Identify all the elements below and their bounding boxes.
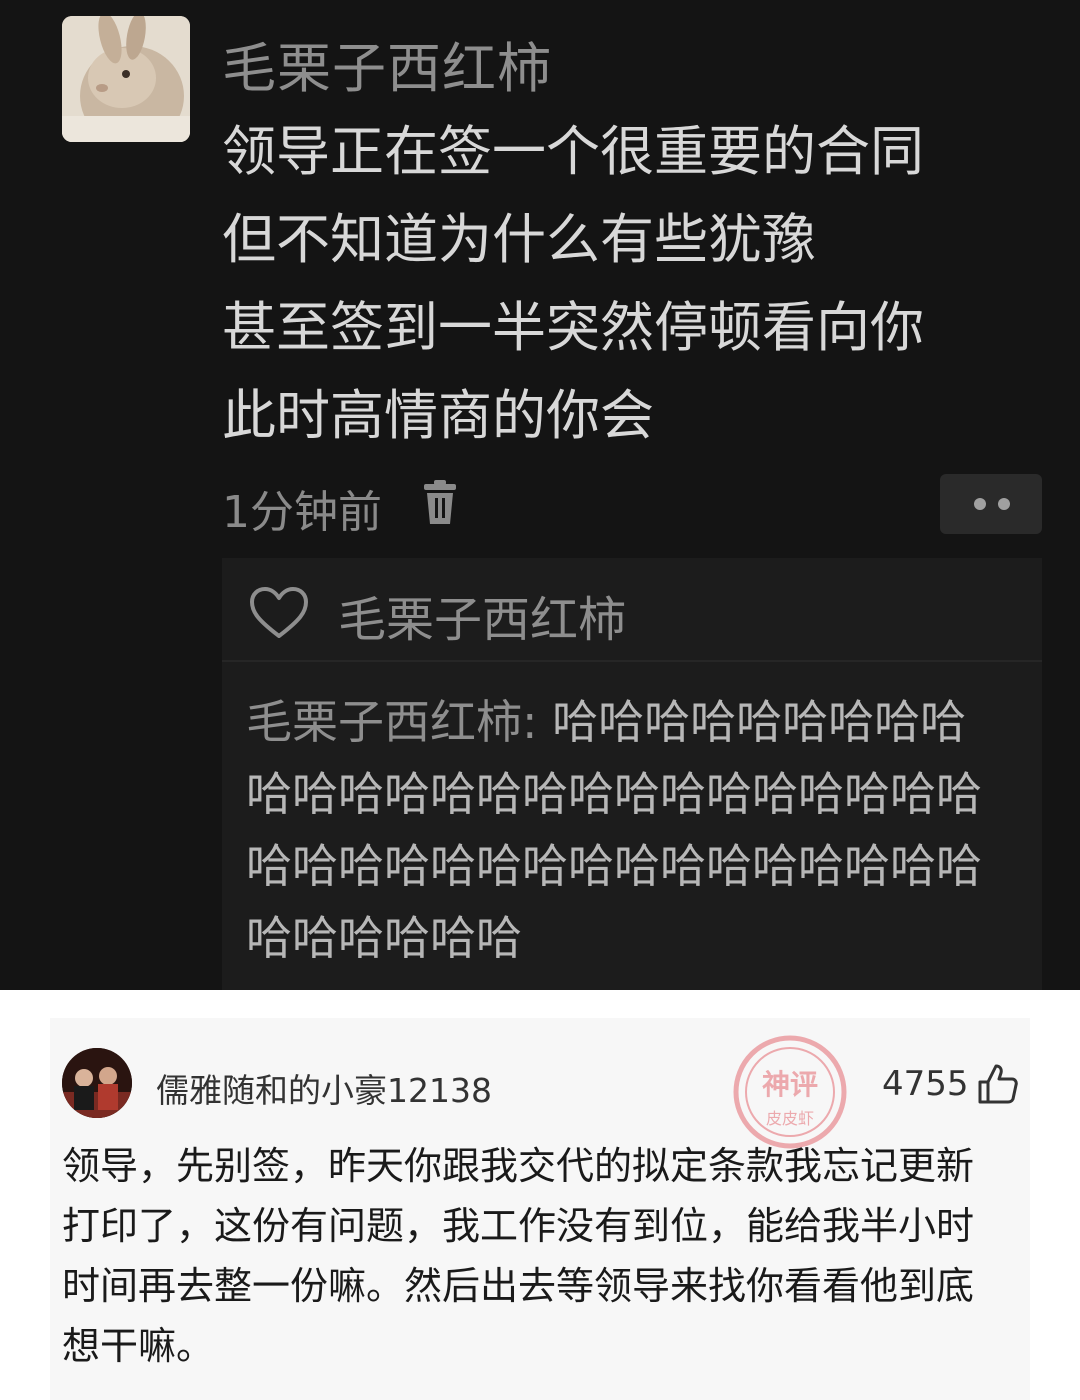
comment-line: 想干嘛。 <box>62 1324 215 1368</box>
liker-name[interactable]: 毛栗子西红柿 <box>338 580 626 650</box>
comment-line: 打印了，这份有问题，我工作没有到位，能给我半小时 <box>62 1204 975 1248</box>
user-avatar-icon[interactable] <box>62 1048 132 1118</box>
post-line: 但不知道为什么有些犹豫 <box>222 208 816 271</box>
reply-line: 哈哈哈哈哈哈哈哈哈 <box>552 695 967 749</box>
more-dots-icon <box>974 498 986 510</box>
comment-text: 领导，先别签，昨天你跟我交代的拟定条款我忘记更新 打印了，这份有问题，我工作没有… <box>62 1136 1024 1376</box>
likes-and-replies-box: 毛栗子西红柿 毛栗子西红柿: 哈哈哈哈哈哈哈哈哈 哈哈哈哈哈哈哈哈哈哈哈哈哈哈哈… <box>222 558 1042 990</box>
post-line: 甚至签到一半突然停顿看向你 <box>222 296 924 359</box>
post-line: 此时高情商的你会 <box>222 384 654 447</box>
likes-row: 毛栗子西红柿 <box>222 558 1042 662</box>
post-body: 领导正在签一个很重要的合同 但不知道为什么有些犹豫 甚至签到一半突然停顿看向你 … <box>222 108 1042 460</box>
post-timestamp: 1分钟前 <box>222 487 382 538</box>
stamp-top-text: 神评 <box>762 1068 818 1101</box>
commenter-username[interactable]: 儒雅随和的小豪12138 <box>156 1064 492 1112</box>
thumbs-up-icon[interactable] <box>976 1062 1020 1106</box>
more-dots-icon <box>998 498 1010 510</box>
shenping-stamp-icon: 神评 皮皮虾 <box>730 1032 850 1152</box>
like-count: 4755 <box>882 1064 969 1104</box>
post-line: 领导正在签一个很重要的合同 <box>222 120 924 183</box>
rabbit-avatar-icon[interactable] <box>62 16 190 142</box>
heart-icon[interactable] <box>248 586 310 640</box>
dark-post: 毛栗子西红柿 领导正在签一个很重要的合同 但不知道为什么有些犹豫 甚至签到一半突… <box>0 0 1080 990</box>
comment-line: 时间再去整一份嘛。然后出去等领导来找你看看他到底 <box>62 1264 975 1308</box>
comment-line: 领导，先别签，昨天你跟我交代的拟定条款我忘记更新 <box>62 1144 975 1188</box>
reply-comment: 毛栗子西红柿: 哈哈哈哈哈哈哈哈哈 哈哈哈哈哈哈哈哈哈哈哈哈哈哈哈哈 哈哈哈哈哈… <box>246 686 1036 974</box>
reply-author[interactable]: 毛栗子西红柿: <box>246 695 538 749</box>
stamp-bottom-text: 皮皮虾 <box>766 1109 814 1128</box>
reply-line: 哈哈哈哈哈哈哈哈哈哈哈哈哈哈哈哈 <box>246 767 982 821</box>
trash-icon[interactable] <box>418 480 462 526</box>
reply-line: 哈哈哈哈哈哈哈哈哈哈哈哈哈哈哈哈 <box>246 839 982 893</box>
reply-line: 哈哈哈哈哈哈 <box>246 911 522 965</box>
post-author-name[interactable]: 毛栗子西红柿 <box>222 24 552 103</box>
top-comment-card: 儒雅随和的小豪12138 神评 皮皮虾 4755 领导，先别签，昨天你跟我交代的… <box>50 1018 1030 1400</box>
more-options-button[interactable] <box>940 474 1042 534</box>
